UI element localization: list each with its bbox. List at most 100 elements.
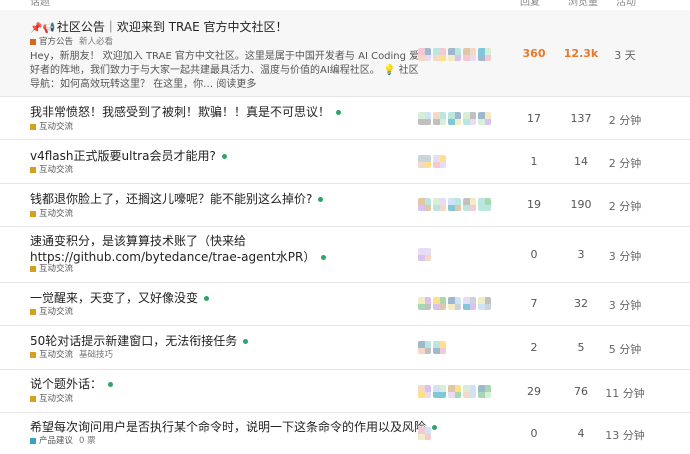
avatar[interactable] — [418, 48, 431, 61]
avatar[interactable] — [433, 385, 446, 398]
topic-title[interactable]: 📌📢 社区公告｜欢迎来到 TRAE 官方中文社区！ — [30, 19, 288, 37]
topic-title[interactable]: 50轮对话提示新建窗口，无法衔接任务 — [30, 333, 249, 349]
category-icon — [30, 38, 36, 45]
avatar[interactable] — [433, 155, 446, 168]
category-label[interactable]: 互动交流 — [39, 209, 73, 219]
activity-time[interactable]: 3 分钟 — [600, 297, 650, 313]
avatar[interactable] — [418, 248, 431, 261]
poster-avatars — [418, 198, 493, 211]
activity-time[interactable]: 11 分钟 — [600, 385, 650, 401]
topic-category[interactable]: 互动交流 — [30, 307, 73, 318]
topic-category[interactable]: 互动交流 基础技巧 — [30, 350, 113, 361]
topic-row[interactable]: 📌📢 社区公告｜欢迎来到 TRAE 官方中文社区！ 官方公告 新人必看 Hey，新朋… — [0, 10, 690, 97]
activity-time[interactable]: 2 分钟 — [600, 112, 650, 128]
topic-row[interactable]: 我非常愤怒！我感受到了被刺！欺骗！！真是不可思议！ 互动交流 17 137 2 … — [0, 97, 690, 140]
vote-count: 0 票 — [79, 436, 96, 446]
topic-excerpt[interactable]: Hey，新朋友！ 欢迎加入 TRAE 官方中文社区。这里是属于中国开发者与 AI… — [30, 50, 420, 92]
avatar[interactable] — [463, 112, 476, 125]
topic-title[interactable]: 一觉醒来，天变了，又好像没变 — [30, 290, 210, 306]
avatar[interactable] — [478, 48, 491, 61]
avatar[interactable] — [433, 48, 446, 61]
avatar[interactable] — [448, 48, 461, 61]
category-label[interactable]: 互动交流 — [39, 394, 73, 404]
topic-title-text[interactable]: 钱都退你脸上了，还搁这儿嚎呢？能不能别这么掉价? — [30, 192, 312, 206]
avatar[interactable] — [418, 198, 431, 211]
header-activity[interactable]: 活动 — [616, 0, 636, 8]
avatar[interactable] — [463, 385, 476, 398]
topic-tag[interactable]: 基础技巧 — [79, 350, 113, 360]
topic-row[interactable]: 50轮对话提示新建窗口，无法衔接任务 互动交流 基础技巧 2 5 5 分钟 — [0, 326, 690, 370]
unread-dot — [336, 110, 342, 115]
avatar[interactable] — [433, 297, 446, 310]
topic-title-text[interactable]: 一觉醒来，天变了，又好像没变 — [30, 291, 198, 305]
avatar[interactable] — [448, 198, 461, 211]
avatar[interactable] — [448, 112, 461, 125]
topic-category[interactable]: 互动交流 — [30, 394, 73, 405]
topic-category[interactable]: 互动交流 — [30, 165, 73, 176]
header-replies[interactable]: 回复 — [520, 0, 540, 8]
avatar[interactable] — [418, 427, 431, 440]
topic-category[interactable]: 产品建议 0 票 — [30, 436, 96, 447]
header-topic[interactable]: 话题 — [30, 0, 50, 8]
topic-title[interactable]: 速通变积分，是该算算技术账了（快来给https://github.com/byt… — [30, 233, 430, 265]
poster-avatars — [418, 155, 448, 168]
avatar[interactable] — [478, 112, 491, 125]
activity-time[interactable]: 2 分钟 — [600, 198, 650, 214]
avatar[interactable] — [463, 297, 476, 310]
topic-row[interactable]: v4flash正式版要ultra会员才能用? 互动交流 1 14 2 分钟 — [0, 140, 690, 184]
topic-title-text[interactable]: 速通变积分，是该算算技术账了（快来给https://github.com/byt… — [30, 234, 315, 264]
topic-row[interactable]: 希望每次询问用户是否执行某个命令时，说明一下这条命令的作用以及风险 产品建议 0 … — [0, 413, 690, 454]
avatar[interactable] — [433, 112, 446, 125]
avatar[interactable] — [478, 198, 491, 211]
activity-time[interactable]: 2 分钟 — [600, 155, 650, 171]
topic-category[interactable]: 互动交流 — [30, 264, 73, 275]
topic-row[interactable]: 速通变积分，是该算算技术账了（快来给https://github.com/byt… — [0, 227, 690, 283]
activity-time[interactable]: 3 分钟 — [600, 248, 650, 264]
avatar[interactable] — [478, 385, 491, 398]
category-label[interactable]: 官方公告 — [39, 37, 73, 47]
avatar[interactable] — [418, 297, 431, 310]
category-label[interactable]: 互动交流 — [39, 307, 73, 317]
avatar[interactable] — [463, 198, 476, 211]
topic-title-text[interactable]: 说个题外话： — [30, 377, 102, 391]
topic-title[interactable]: 说个题外话： — [30, 376, 114, 392]
category-label[interactable]: 互动交流 — [39, 165, 73, 175]
topic-title-text[interactable]: 希望每次询问用户是否执行某个命令时，说明一下这条命令的作用以及风险 — [30, 420, 426, 434]
avatar[interactable] — [448, 297, 461, 310]
topic-category[interactable]: 互动交流 — [30, 122, 73, 133]
topic-list: 话题 回复 浏览量 活动 📌📢 社区公告｜欢迎来到 TRAE 官方中文社区！ 官方… — [0, 0, 690, 454]
topic-title-text[interactable]: 50轮对话提示新建窗口，无法衔接任务 — [30, 334, 237, 348]
activity-time[interactable]: 5 分钟 — [600, 341, 650, 357]
avatar[interactable] — [418, 385, 431, 398]
category-label[interactable]: 互动交流 — [39, 350, 73, 360]
category-label[interactable]: 互动交流 — [39, 264, 73, 274]
category-label[interactable]: 互动交流 — [39, 122, 73, 132]
topic-row[interactable]: 钱都退你脸上了，还搁这儿嚎呢？能不能别这么掉价? 互动交流 19 190 2 分… — [0, 184, 690, 227]
avatar[interactable] — [433, 341, 446, 354]
topic-title-text[interactable]: 社区公告｜欢迎来到 TRAE 官方中文社区！ — [57, 20, 288, 34]
avatar[interactable] — [478, 297, 491, 310]
avatar[interactable] — [433, 198, 446, 211]
topic-title-text[interactable]: v4flash正式版要ultra会员才能用? — [30, 149, 216, 163]
avatar[interactable] — [448, 385, 461, 398]
avatar[interactable] — [463, 48, 476, 61]
topic-title[interactable]: 钱都退你脸上了，还搁这儿嚎呢？能不能别这么掉价? — [30, 191, 324, 207]
topic-category[interactable]: 互动交流 — [30, 209, 73, 220]
topic-title[interactable]: 希望每次询问用户是否执行某个命令时，说明一下这条命令的作用以及风险 — [30, 419, 438, 435]
topic-category[interactable]: 官方公告 新人必看 — [30, 37, 113, 48]
topic-title[interactable]: 我非常愤怒！我感受到了被刺！欺骗！！真是不可思议！ — [30, 104, 342, 120]
topic-tag[interactable]: 新人必看 — [79, 37, 113, 47]
avatar[interactable] — [418, 112, 431, 125]
header-views[interactable]: 浏览量 — [568, 0, 598, 8]
category-icon — [30, 210, 36, 217]
topic-title-text[interactable]: 我非常愤怒！我感受到了被刺！欺骗！！真是不可思议！ — [30, 105, 330, 119]
avatar[interactable] — [418, 155, 431, 168]
topic-title[interactable]: v4flash正式版要ultra会员才能用? — [30, 148, 227, 164]
avatar[interactable] — [418, 341, 431, 354]
topic-row[interactable]: 一觉醒来，天变了，又好像没变 互动交流 7 32 3 分钟 — [0, 283, 690, 326]
topic-row[interactable]: 说个题外话： 互动交流 29 76 11 分钟 — [0, 370, 690, 413]
category-label[interactable]: 产品建议 — [39, 436, 73, 446]
activity-time[interactable]: 13 分钟 — [600, 427, 650, 443]
activity-time[interactable]: 3 天 — [600, 47, 650, 63]
poster-avatars — [418, 248, 433, 261]
